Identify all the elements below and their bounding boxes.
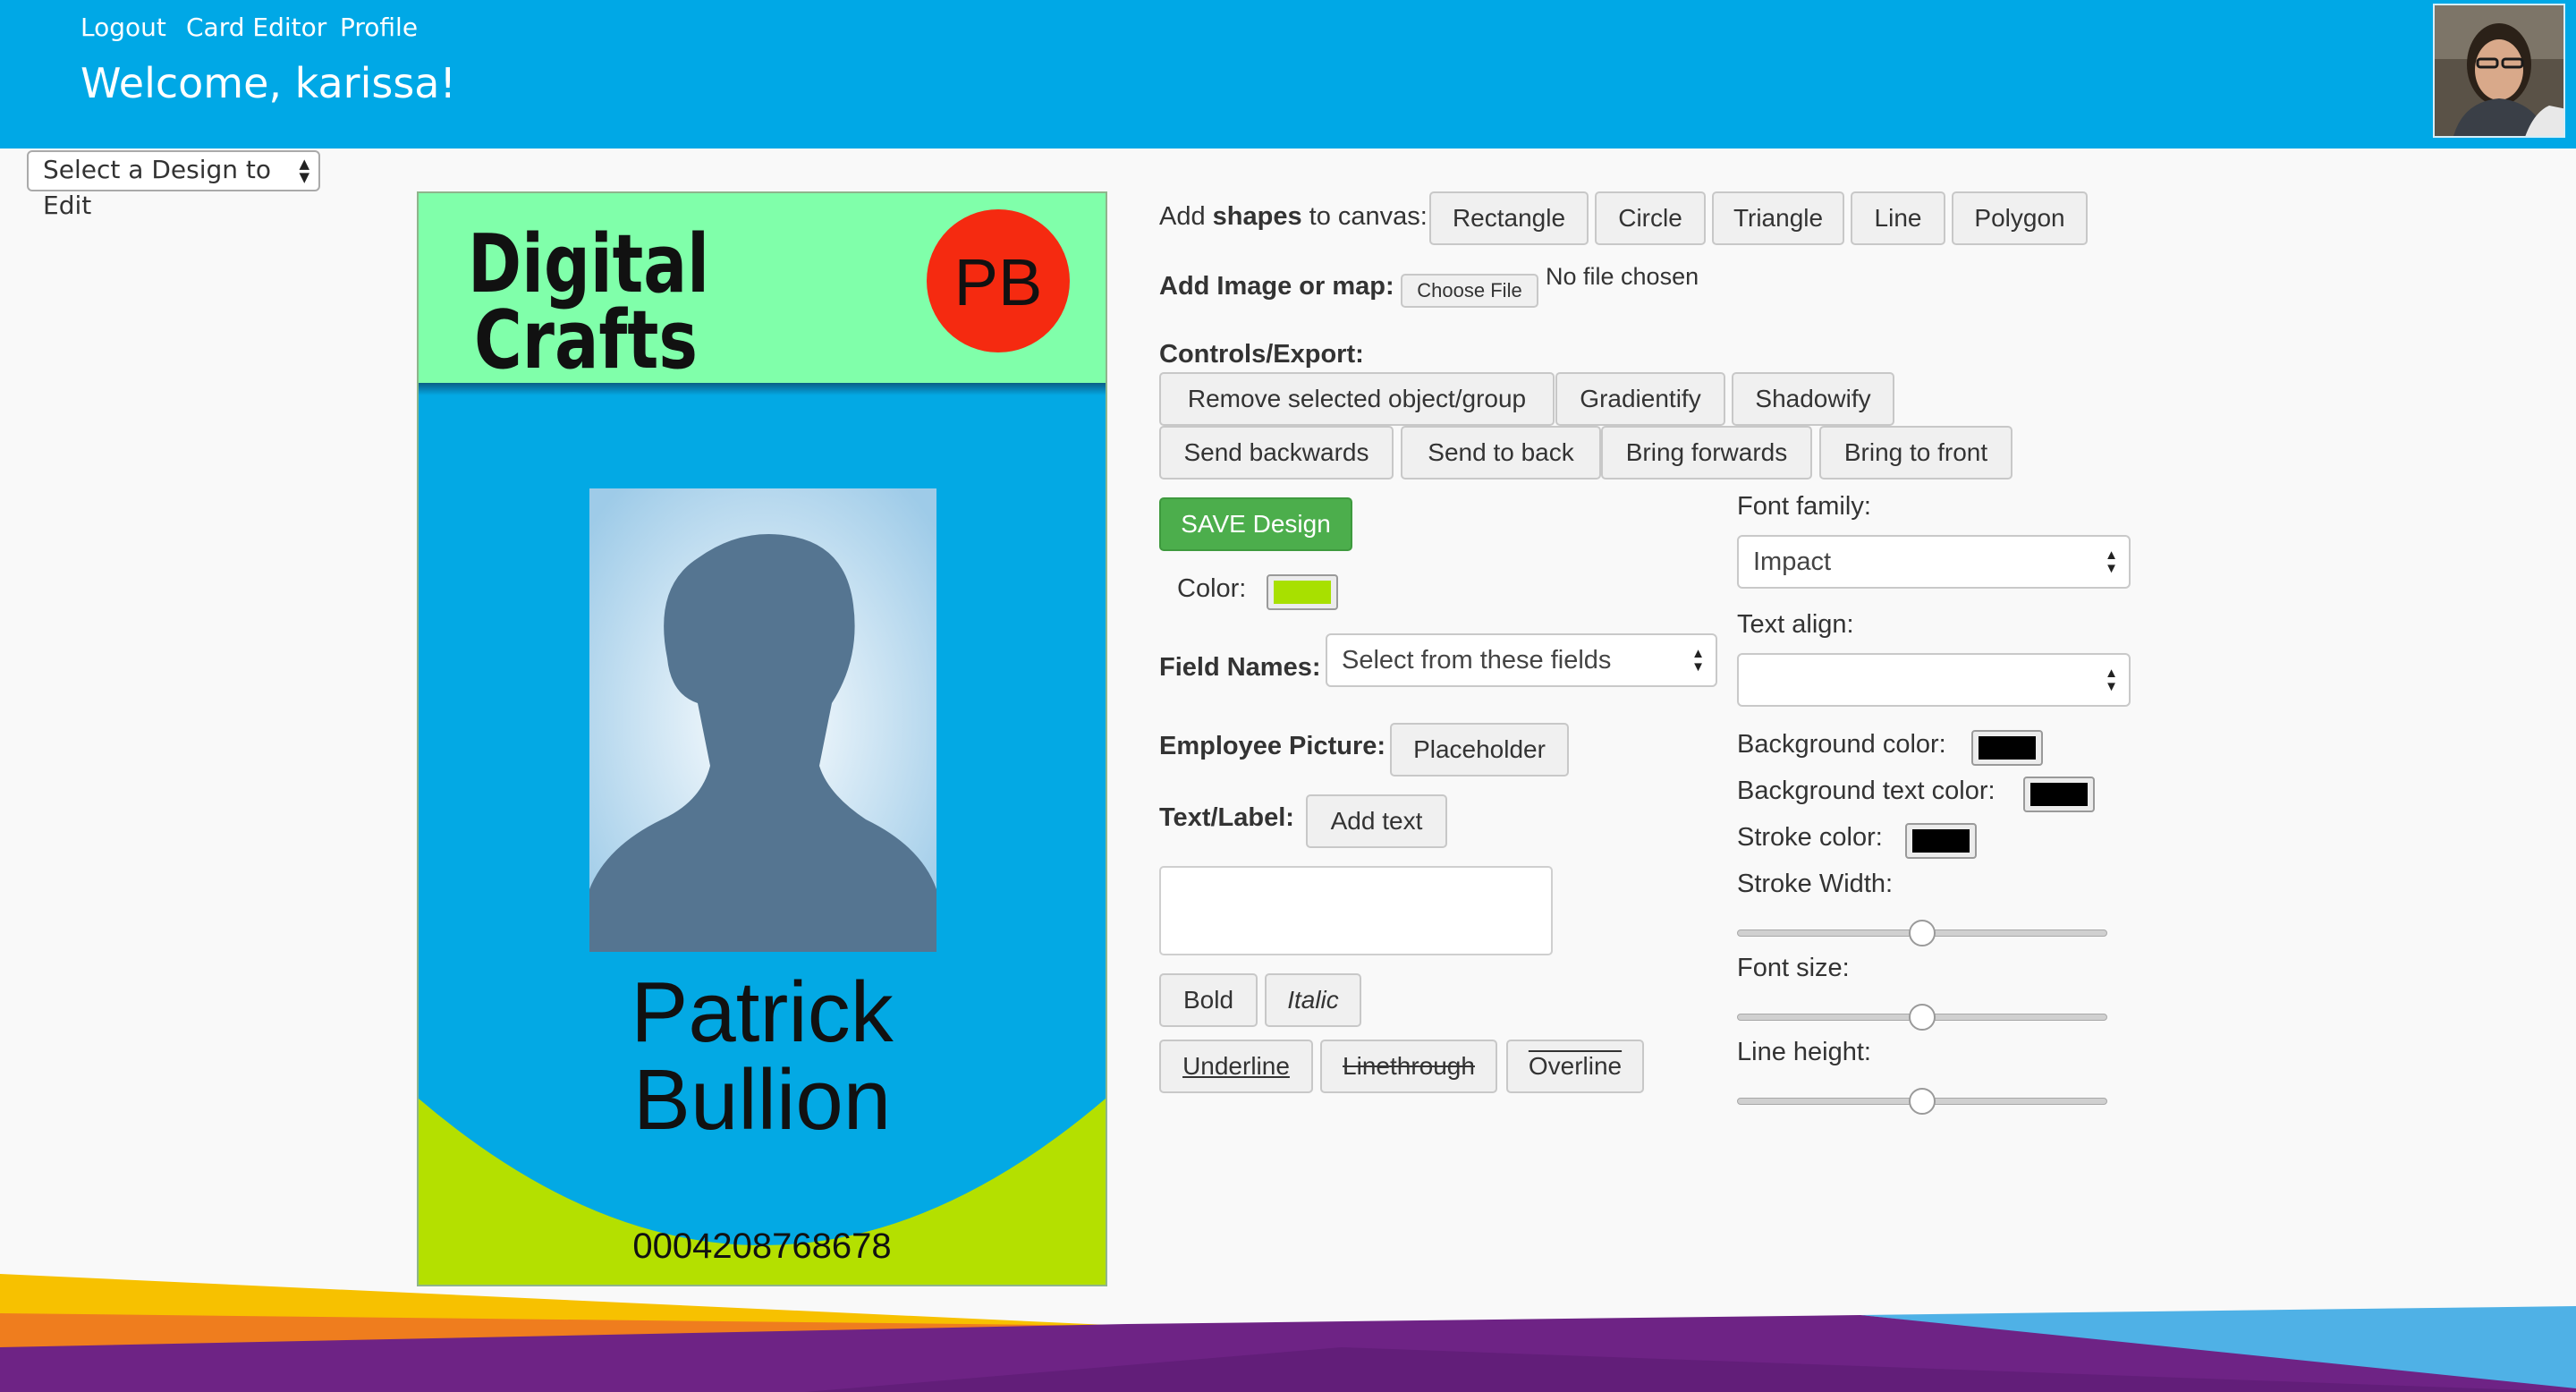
slider-thumb[interactable] — [1909, 920, 1936, 946]
overline-button[interactable]: Overline — [1506, 1040, 1644, 1093]
add-shapes-label: Add shapes to canvas: — [1159, 202, 1428, 231]
background-text-color-swatch — [2030, 783, 2088, 806]
background-text-color-label: Background text color: — [1737, 777, 1996, 805]
user-avatar[interactable] — [2433, 4, 2565, 138]
select-arrows-icon: ▲ ▼ — [2105, 666, 2118, 694]
color-label: Color: — [1177, 574, 1247, 603]
circle-button[interactable]: Circle — [1595, 191, 1706, 245]
stroke-color-picker[interactable] — [1905, 823, 1977, 859]
send-to-back-button[interactable]: Send to back — [1401, 426, 1601, 480]
text-label-label: Text/Label: — [1159, 803, 1294, 832]
background-color-label: Background color: — [1737, 730, 1946, 759]
card-artwork: Digital Crafts PB Patrick Bullion 000420… — [419, 193, 1106, 1285]
font-family-select[interactable]: Impact ▲ ▼ — [1737, 535, 2131, 589]
employee-picture-label: Employee Picture: — [1159, 732, 1386, 760]
font-family-value: Impact — [1753, 547, 1832, 576]
card-canvas[interactable]: Digital Crafts PB Patrick Bullion 000420… — [417, 191, 1107, 1286]
select-arrows-icon: ▲ ▼ — [2105, 547, 2118, 576]
design-select[interactable]: Select a Design to Edit ▲ ▼ — [27, 150, 320, 220]
card-initials: PB — [954, 245, 1043, 319]
send-backwards-button[interactable]: Send backwards — [1159, 426, 1394, 480]
gradientify-button[interactable]: Gradientify — [1555, 372, 1725, 426]
font-family-label: Font family: — [1737, 492, 1871, 521]
line-button[interactable]: Line — [1851, 191, 1945, 245]
stroke-color-swatch — [1912, 829, 1970, 853]
triangle-button[interactable]: Triangle — [1712, 191, 1844, 245]
text-input[interactable] — [1159, 866, 1553, 955]
text-align-select[interactable]: ▲ ▼ — [1737, 653, 2131, 707]
font-size-slider[interactable] — [1737, 1002, 2107, 1032]
placeholder-button[interactable]: Placeholder — [1390, 723, 1569, 777]
linethrough-button[interactable]: Linethrough — [1320, 1040, 1497, 1093]
add-text-button[interactable]: Add text — [1306, 794, 1447, 848]
top-navbar: Logout Card Editor Profile Welcome, kari… — [0, 0, 2576, 149]
bring-forwards-button[interactable]: Bring forwards — [1601, 426, 1812, 480]
text-align-label: Text align: — [1737, 610, 1854, 639]
card-last-name: Bullion — [633, 1052, 891, 1148]
stroke-width-label: Stroke Width: — [1737, 870, 1894, 898]
design-select-value: Select a Design to Edit — [43, 155, 272, 220]
field-names-value: Select from these fields — [1342, 645, 1612, 675]
choose-file-button[interactable]: Choose File — [1401, 274, 1538, 308]
card-editor-link[interactable]: Card Editor — [186, 13, 326, 42]
card-id-number: 0004208768678 — [632, 1226, 891, 1266]
rectangle-button[interactable]: Rectangle — [1429, 191, 1589, 245]
select-arrows-icon: ▲ ▼ — [299, 156, 309, 185]
card-first-name: Patrick — [631, 964, 894, 1060]
underline-button[interactable]: Underline — [1159, 1040, 1313, 1093]
profile-link[interactable]: Profile — [340, 13, 418, 42]
line-height-slider[interactable] — [1737, 1086, 2107, 1116]
add-image-label: Add Image or map: — [1159, 272, 1394, 301]
file-status: No file chosen — [1546, 263, 1699, 290]
field-names-select[interactable]: Select from these fields ▲ ▼ — [1326, 633, 1717, 687]
background-text-color-picker[interactable] — [2023, 777, 2095, 812]
slider-thumb[interactable] — [1909, 1088, 1936, 1115]
color-swatch — [1274, 581, 1331, 604]
welcome-message: Welcome, karissa! — [80, 59, 456, 107]
bold-button[interactable]: Bold — [1159, 973, 1258, 1027]
footer-decoration — [0, 1274, 2576, 1392]
stroke-color-label: Stroke color: — [1737, 823, 1883, 852]
slider-thumb[interactable] — [1909, 1004, 1936, 1031]
background-color-picker[interactable] — [1971, 730, 2043, 766]
card-logo-line2: Crafts — [474, 293, 698, 387]
controls-export-label: Controls/Export: — [1159, 340, 1364, 369]
bring-to-front-button[interactable]: Bring to front — [1819, 426, 2012, 480]
logout-link[interactable]: Logout — [80, 13, 166, 42]
stroke-width-slider[interactable] — [1737, 918, 2107, 948]
field-names-label: Field Names: — [1159, 653, 1321, 682]
line-height-label: Line height: — [1737, 1038, 1871, 1066]
polygon-button[interactable]: Polygon — [1952, 191, 2088, 245]
avatar-photo — [2435, 5, 2563, 136]
color-picker[interactable] — [1267, 574, 1338, 610]
background-color-swatch — [1979, 736, 2036, 760]
save-design-button[interactable]: SAVE Design — [1159, 497, 1352, 551]
remove-selected-button[interactable]: Remove selected object/group — [1159, 372, 1555, 426]
shadowify-button[interactable]: Shadowify — [1732, 372, 1894, 426]
font-size-label: Font size: — [1737, 954, 1850, 982]
card-employee-photo — [589, 488, 936, 952]
select-arrows-icon: ▲ ▼ — [1691, 646, 1705, 675]
italic-button[interactable]: Italic — [1265, 973, 1361, 1027]
